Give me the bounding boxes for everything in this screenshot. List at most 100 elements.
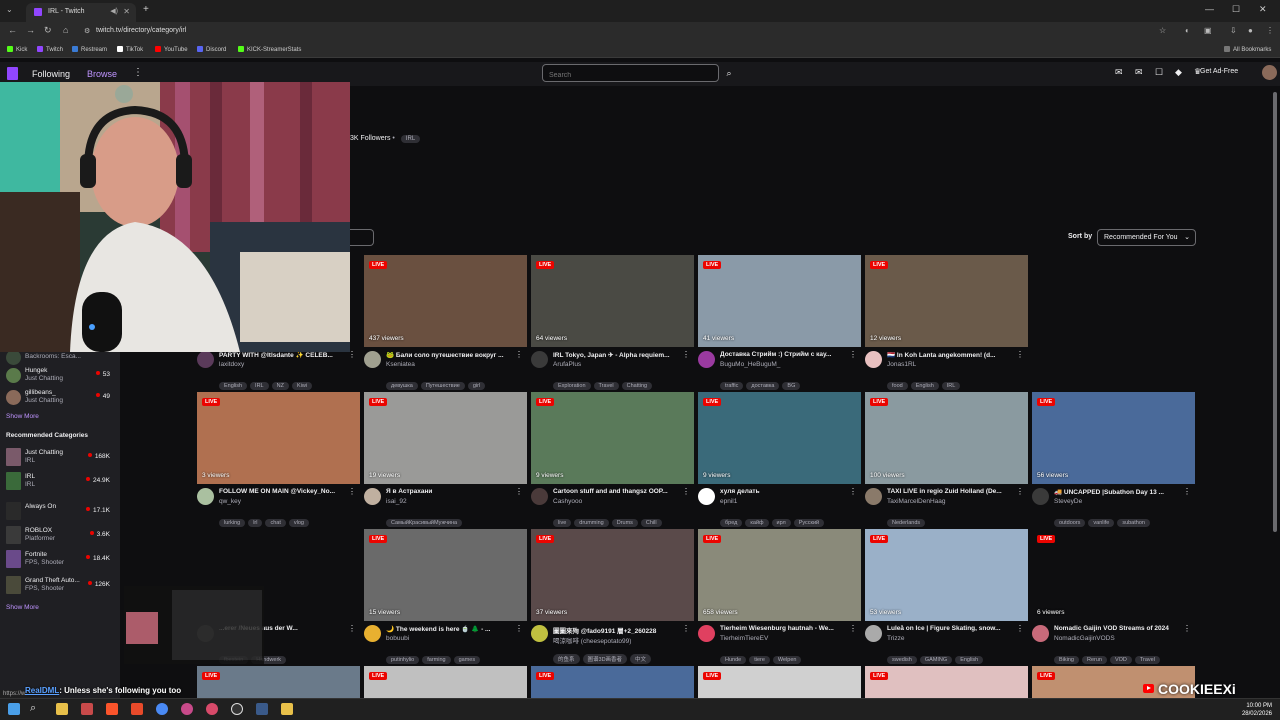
- stream-tag[interactable]: Hunde: [720, 656, 747, 664]
- more-options-icon[interactable]: ⋮: [515, 350, 523, 359]
- stream-thumbnail[interactable]: LIVE: [197, 666, 360, 698]
- stream-tag[interactable]: Biking: [1054, 656, 1079, 664]
- stream-tag[interactable]: NZ: [271, 382, 289, 390]
- stream-tag[interactable]: Welpen: [772, 656, 802, 664]
- tab-search-icon[interactable]: ⌄: [6, 5, 13, 14]
- stream-thumbnail[interactable]: LIVE: [531, 666, 694, 698]
- channel-avatar[interactable]: [698, 625, 715, 642]
- stream-card[interactable]: LIVE 37 viewers 圖圖來殉 @fado9191 層+2_260228 ⋮…: [531, 529, 694, 664]
- stream-tag[interactable]: live: [553, 519, 572, 527]
- stream-title[interactable]: Nomadic Gaijin VOD Streams of 2024: [1054, 625, 1184, 632]
- stream-title[interactable]: PARTY WITH @ltlsdante ✨ CELEB...: [219, 351, 349, 359]
- sidebar-category-item[interactable]: Just Chatting IRL 168K: [6, 448, 118, 470]
- bookmark-restream[interactable]: Restream: [72, 46, 107, 53]
- stream-tag[interactable]: putinhylio: [386, 656, 420, 664]
- stream-card[interactable]: LIVE 9 viewers хуля делать ⋮ epnil1 бред кайф и…: [698, 392, 861, 527]
- stream-tag[interactable]: 圖谱3D画香者: [582, 654, 628, 664]
- channel-avatar[interactable]: [197, 488, 214, 505]
- stream-tag[interactable]: traffic: [720, 382, 744, 390]
- stream-tag[interactable]: farming: [422, 656, 451, 664]
- stream-title[interactable]: Cartoon stuff and and thangsz OOP...: [553, 488, 683, 495]
- stream-thumbnail[interactable]: LIVE 56 viewers: [1032, 392, 1195, 484]
- stream-card[interactable]: LIVE 15 viewers 🌙 The weekend is here 🍵 🌲 …: [364, 529, 527, 664]
- stream-thumbnail[interactable]: LIVE 9 viewers: [531, 392, 694, 484]
- stream-tag[interactable]: 中文: [630, 654, 652, 664]
- stream-tag[interactable]: English: [955, 656, 984, 664]
- new-tab-button[interactable]: +: [143, 4, 149, 15]
- more-options-icon[interactable]: ⋮: [849, 624, 857, 633]
- stream-tag[interactable]: Exploration: [553, 382, 591, 390]
- file-explorer-icon[interactable]: [56, 703, 68, 715]
- taskbar-app-icon[interactable]: [206, 703, 218, 715]
- stream-card[interactable]: LIVE 658 viewers Tierheim Wiesenburg hautn…: [698, 529, 861, 664]
- sidebar-following-item[interactable]: Hungek Just Chatting 53: [6, 366, 118, 388]
- stream-title[interactable]: Доставка Стрийм :) Стрийм с кау...: [720, 351, 850, 358]
- nav-following[interactable]: Following: [32, 69, 70, 79]
- stream-tag[interactable]: Travel: [593, 382, 619, 390]
- stream-title[interactable]: IRL Tokyo, Japan ✈ - Alpha requiem...: [553, 351, 683, 359]
- close-tab-icon[interactable]: ✕: [123, 7, 130, 16]
- channel-name[interactable]: Trizze: [887, 635, 904, 642]
- more-options-icon[interactable]: ⋮: [1183, 487, 1191, 496]
- stream-tag[interactable]: Kiwi: [291, 382, 313, 390]
- stream-thumbnail[interactable]: LIVE 100 viewers: [865, 392, 1028, 484]
- category-tag[interactable]: IRL: [400, 135, 421, 143]
- stream-tag[interactable]: 的鱼系: [553, 654, 580, 664]
- channel-name[interactable]: SteveyDe: [1054, 498, 1082, 505]
- channel-avatar[interactable]: [531, 351, 548, 368]
- profile-icon[interactable]: ●: [1248, 26, 1253, 35]
- stream-thumbnail[interactable]: LIVE 9 viewers: [698, 392, 861, 484]
- stream-thumbnail[interactable]: LIVE 64 viewers: [531, 255, 694, 347]
- system-clock[interactable]: 10:00 PM 28/02/2026: [1242, 702, 1272, 718]
- stream-tag[interactable]: Путешествие: [420, 382, 465, 390]
- page-scrollbar[interactable]: [1273, 92, 1277, 532]
- stream-card[interactable]: LIVE 56 viewers 🚚 UNCAPPED |Subathon Day 1…: [1032, 392, 1195, 527]
- taskbar-app-icon[interactable]: [181, 703, 193, 715]
- stream-card[interactable]: LIVE 6 viewers Nomadic Gaijin VOD Streams …: [1032, 529, 1195, 664]
- stream-tag[interactable]: English: [910, 382, 939, 390]
- channel-avatar[interactable]: [865, 625, 882, 642]
- stream-tag[interactable]: BG: [782, 382, 801, 390]
- channel-avatar[interactable]: [531, 625, 548, 642]
- stream-tag[interactable]: lrl: [248, 519, 263, 527]
- stream-tag[interactable]: tiere: [749, 656, 770, 664]
- taskbar-search-icon[interactable]: ⌕: [30, 702, 36, 715]
- bits-icon[interactable]: ◆: [1175, 67, 1182, 78]
- stream-thumbnail[interactable]: LIVE: [865, 666, 1028, 698]
- stream-tag[interactable]: lurking: [219, 519, 246, 527]
- notifications-icon[interactable]: ☐: [1155, 67, 1163, 78]
- stream-tag[interactable]: subathon: [1117, 519, 1150, 527]
- taskbar-app-icon[interactable]: [256, 703, 268, 715]
- stream-card[interactable]: LIVE 41 viewers Доставка Стрийм :) Стрийм …: [698, 255, 861, 390]
- stream-thumbnail[interactable]: LIVE 658 viewers: [698, 529, 861, 621]
- sidebar-category-item[interactable]: Grand Theft Auto... FPS, Shooter 126K: [6, 576, 118, 598]
- stream-thumbnail[interactable]: LIVE 6 viewers: [1032, 529, 1195, 621]
- bookmark-star-icon[interactable]: ☆: [1159, 26, 1166, 35]
- site-info-icon[interactable]: ⚙: [84, 27, 90, 35]
- downloads-icon[interactable]: ⇩: [1230, 26, 1237, 35]
- bookmark-twitch[interactable]: Twitch: [37, 46, 63, 53]
- stream-title[interactable]: Я в Астрахани: [386, 488, 516, 495]
- stream-tag[interactable]: ирл: [771, 519, 791, 527]
- more-options-icon[interactable]: ⋮: [1016, 487, 1024, 496]
- more-options-icon[interactable]: ⋮: [682, 624, 690, 633]
- stream-thumbnail[interactable]: LIVE 41 viewers: [698, 255, 861, 347]
- more-options-icon[interactable]: ⋮: [849, 487, 857, 496]
- more-options-icon[interactable]: ⋮: [682, 487, 690, 496]
- sort-dropdown[interactable]: Recommended For You ⌄: [1097, 229, 1196, 246]
- channel-name[interactable]: isai_92: [386, 498, 407, 505]
- sidebar-category-item[interactable]: Always On 17.1K: [6, 502, 118, 524]
- taskbar-app-icon[interactable]: [81, 703, 93, 715]
- sidebar-category-item[interactable]: ROBLOX Platformer 3.6K: [6, 526, 118, 548]
- channel-name[interactable]: laxitdoxy: [219, 361, 244, 368]
- search-input[interactable]: [542, 64, 719, 82]
- stream-tag[interactable]: IRL: [250, 382, 269, 390]
- menu-icon[interactable]: ⋮: [1266, 26, 1274, 35]
- stream-tag[interactable]: Drums: [611, 519, 638, 527]
- more-options-icon[interactable]: ⋮: [849, 350, 857, 359]
- bookmark-kick-streamerstats[interactable]: KICK-StreamerStats: [238, 46, 301, 53]
- stream-tag[interactable]: vlog: [288, 519, 309, 527]
- stream-thumbnail[interactable]: LIVE 15 viewers: [364, 529, 527, 621]
- stream-title[interactable]: Tierheim Wiesenburg hautnah - We...: [720, 625, 850, 632]
- more-options-icon[interactable]: ⋮: [133, 67, 143, 78]
